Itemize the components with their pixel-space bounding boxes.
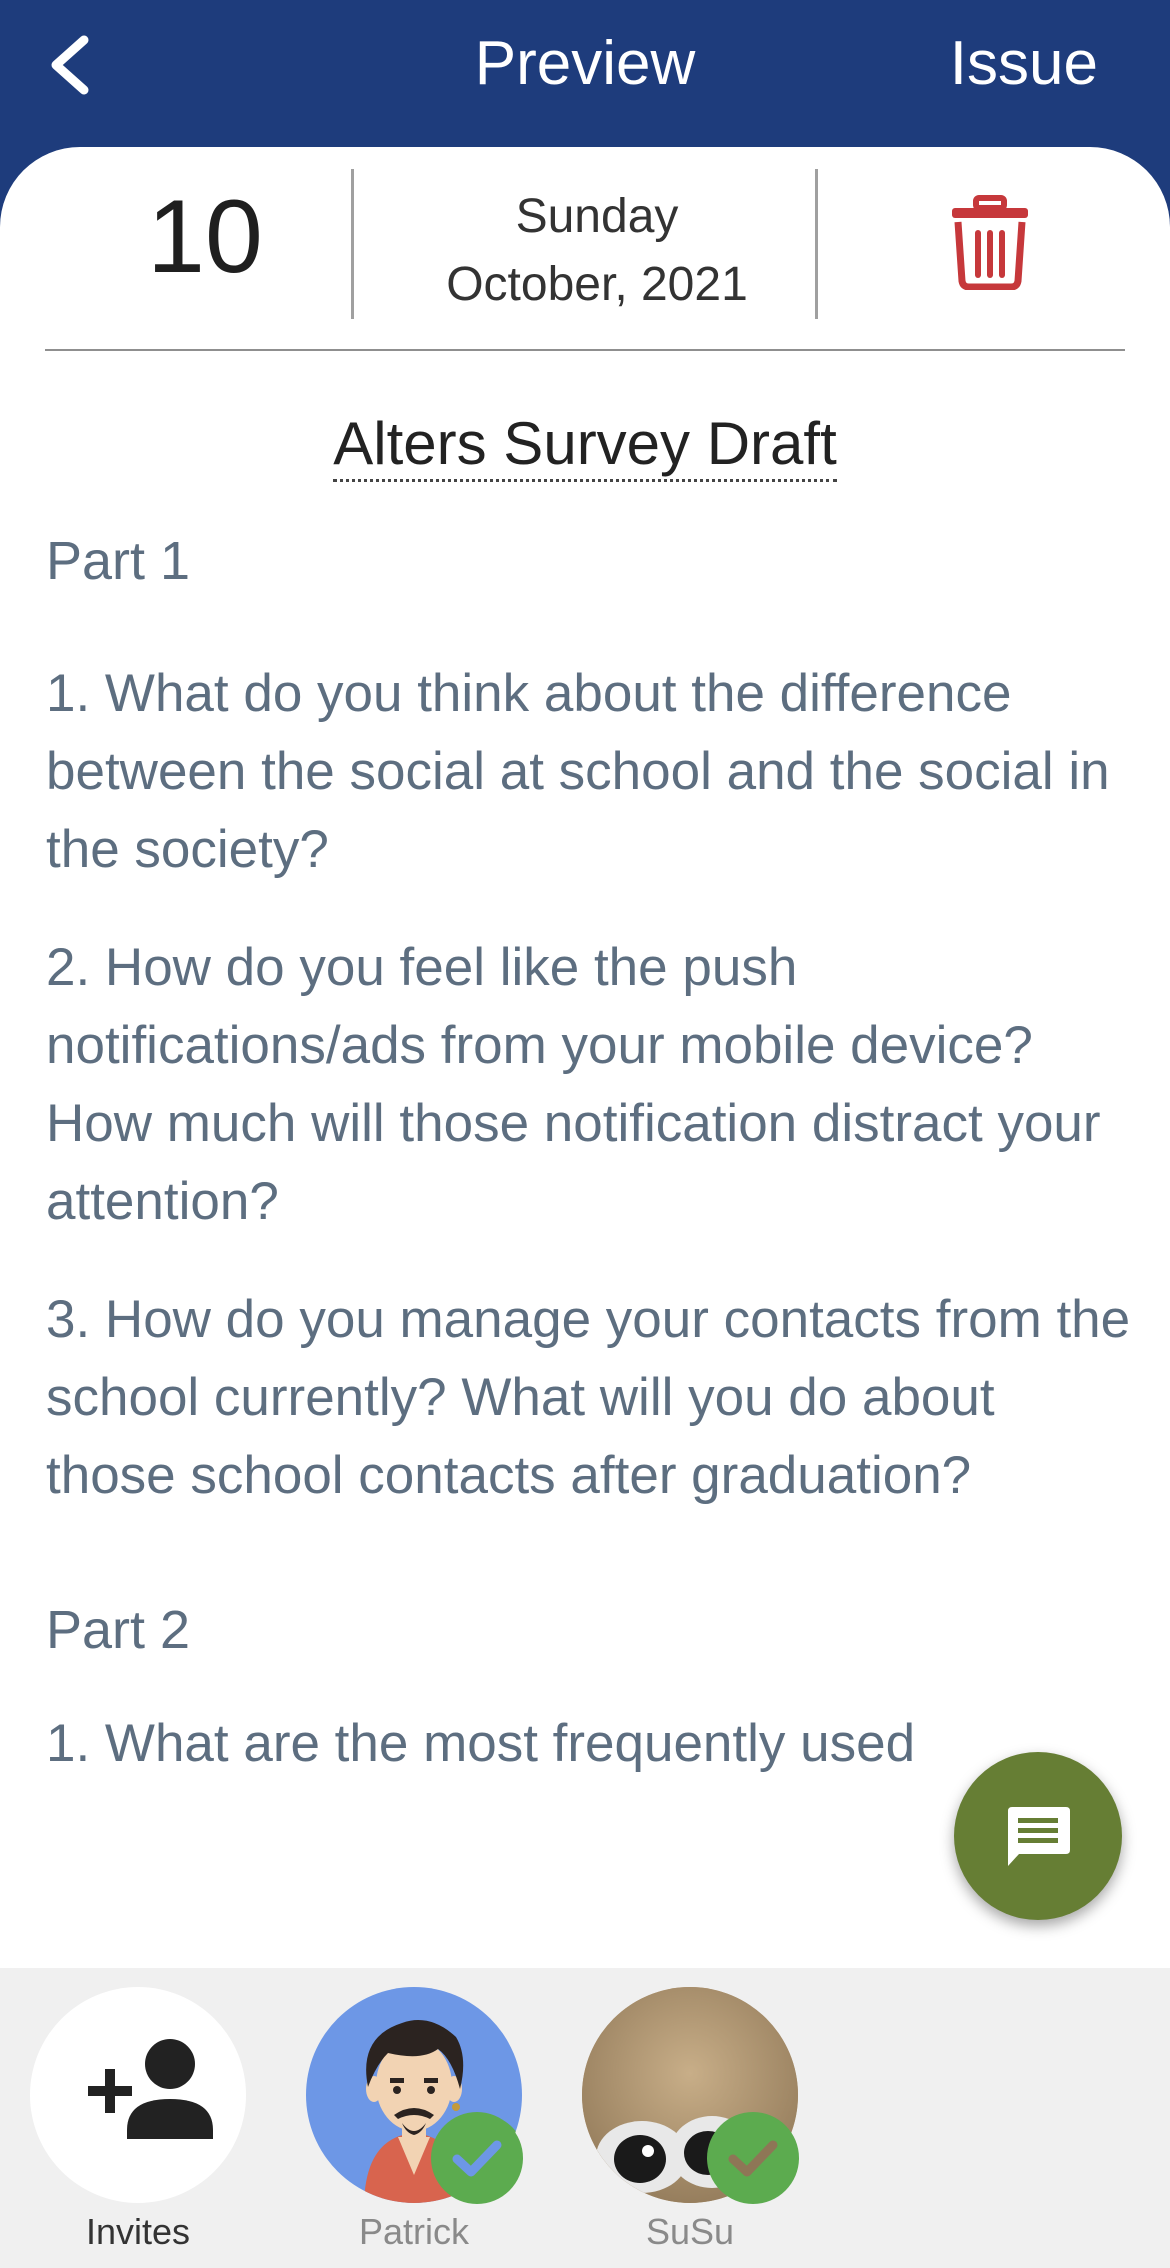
divider — [351, 169, 354, 319]
chat-button[interactable] — [954, 1752, 1122, 1920]
question-item: 2. How do you feel like the push notific… — [46, 938, 1101, 1231]
invites-label: Invites — [85, 2211, 191, 2252]
document-title-text: Alters Survey Draft — [333, 410, 837, 482]
invite-circle[interactable] — [30, 1987, 246, 2203]
invitee-name: Patrick — [358, 2211, 470, 2252]
add-person-icon — [88, 2039, 213, 2139]
date-label: Sunday October, 2021 — [367, 183, 827, 319]
check-badge — [707, 2112, 799, 2204]
trash-icon — [952, 195, 1028, 291]
question-item: 3. How do you manage your contacts from … — [46, 1290, 1131, 1505]
question-item: 1. What are the most frequently used — [46, 1714, 916, 1773]
invitees-bar: Invites Patrick SuSu — [0, 1968, 1170, 2268]
day-number: 10 — [147, 179, 263, 295]
separator-line — [45, 349, 1125, 351]
issue-button[interactable]: Issue — [950, 28, 1098, 99]
check-icon — [728, 2140, 778, 2177]
invitee-patrick[interactable]: Patrick — [306, 1987, 523, 2253]
question-item: 1. What do you think about the differenc… — [46, 664, 1110, 879]
weekday-text: Sunday — [515, 190, 679, 243]
survey-card: 10 Sunday October, 2021 Alters Survey Dr… — [0, 147, 1170, 1968]
app-header: Preview Issue — [0, 0, 1170, 160]
check-badge — [431, 2112, 523, 2204]
delete-button[interactable] — [950, 195, 1030, 291]
part-heading: Part 2 — [46, 1600, 191, 1660]
document-content[interactable]: Part 1 1. What do you think about the di… — [46, 522, 1136, 1968]
check-icon — [452, 2140, 502, 2177]
invitee-name: SuSu — [645, 2211, 735, 2252]
invites-button[interactable]: Invites — [30, 1987, 246, 2253]
invitee-susu[interactable]: SuSu — [582, 1987, 799, 2253]
chat-icon — [1008, 1807, 1070, 1866]
date-row: 10 Sunday October, 2021 — [45, 169, 1125, 319]
month-year-text: October, 2021 — [446, 258, 748, 311]
divider — [815, 169, 818, 319]
document-title: Alters Survey Draft — [0, 409, 1170, 482]
part-heading: Part 1 — [46, 531, 191, 591]
